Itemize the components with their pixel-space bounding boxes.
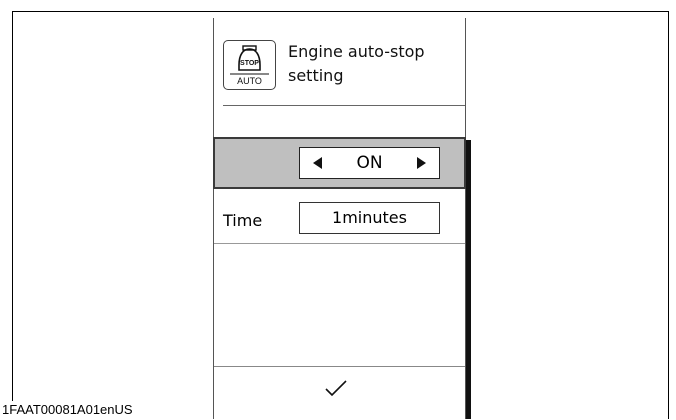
auto-stop-value: ON — [356, 153, 383, 173]
arrow-left-icon[interactable] — [313, 157, 322, 169]
confirm-button[interactable] — [214, 366, 465, 420]
engine-auto-stop-icon: STOP AUTO — [223, 40, 276, 90]
screen-header: STOP AUTO Engine auto-stop setting — [214, 18, 465, 106]
checkmark-icon[interactable] — [324, 379, 348, 397]
auto-stop-selector[interactable]: ON — [299, 147, 440, 179]
settings-screen: STOP AUTO Engine auto-stop setting ON Ti… — [213, 18, 466, 419]
scrollbar[interactable] — [466, 140, 471, 419]
reference-code: 1FAAT00081A01enUS — [2, 401, 135, 419]
time-row-divider — [214, 243, 465, 244]
icon-stop-text: STOP — [240, 60, 259, 67]
time-label: Time — [223, 211, 263, 230]
header-divider — [223, 105, 465, 106]
screen-title: Engine auto-stop setting — [288, 42, 425, 85]
icon-auto-text: AUTO — [237, 76, 262, 86]
arrow-right-icon[interactable] — [417, 157, 426, 169]
auto-stop-selector-row[interactable]: ON — [213, 137, 466, 189]
time-value-field[interactable]: 1minutes — [299, 202, 440, 234]
